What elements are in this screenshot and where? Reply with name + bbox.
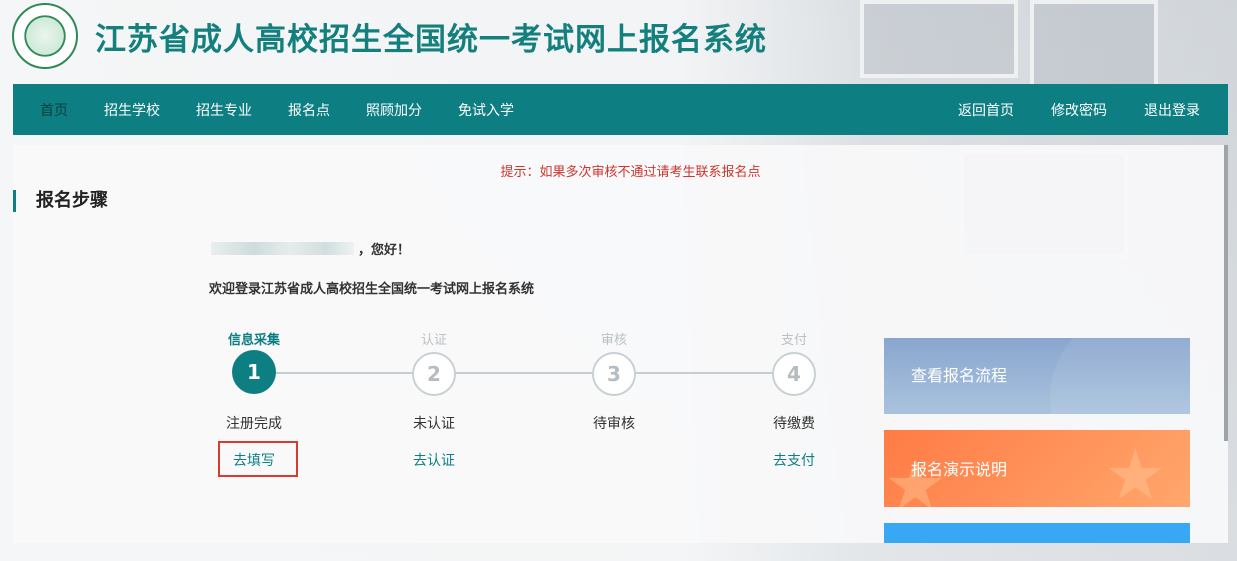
- step-3-label: 审核: [600, 333, 627, 348]
- school-logo-icon: [12, 3, 78, 69]
- demo-instructions-label: 报名演示说明: [911, 460, 1008, 479]
- step-4-label: 支付: [780, 333, 807, 348]
- greeting-text: ，您好！: [358, 243, 411, 258]
- blurred-username: [211, 242, 354, 255]
- step-4-status: 待缴费: [773, 416, 815, 432]
- step-1-label: 信息采集: [227, 333, 280, 348]
- step-3-circle: 3: [592, 352, 636, 396]
- view-process-card[interactable]: 查看报名流程: [884, 338, 1190, 414]
- pay-link[interactable]: 去支付: [734, 450, 854, 470]
- nav-bonus-points[interactable]: 照顾加分: [366, 100, 422, 120]
- step-1-circle: 1: [232, 350, 276, 394]
- scrollbar[interactable]: [1224, 145, 1228, 441]
- step-3-status: 待审核: [593, 416, 635, 432]
- view-process-label: 查看报名流程: [911, 366, 1008, 385]
- nav-change-password[interactable]: 修改密码: [1051, 100, 1107, 120]
- site-title: 江苏省成人高校招生全国统一考试网上报名系统: [95, 22, 767, 58]
- step-4-circle: 4: [772, 352, 816, 396]
- step-connector: [455, 372, 593, 374]
- step-2-status: 未认证: [413, 416, 455, 432]
- certify-link[interactable]: 去认证: [374, 450, 494, 470]
- step-connector: [635, 372, 773, 374]
- fill-in-link[interactable]: 去填写: [194, 450, 314, 470]
- step-2-circle: 2: [412, 352, 456, 396]
- main-nav: 首页 招生学校 招生专业 报名点 照顾加分 免试入学 返回首页 修改密码 退出登…: [13, 84, 1228, 135]
- nav-majors[interactable]: 招生专业: [196, 100, 252, 120]
- nav-back-home[interactable]: 返回首页: [958, 100, 1014, 120]
- nav-home[interactable]: 首页: [40, 100, 68, 120]
- nav-logout[interactable]: 退出登录: [1144, 100, 1200, 120]
- star-icon: ★: [1104, 434, 1167, 507]
- step-2-label: 认证: [420, 333, 447, 348]
- section-title: 报名步骤: [13, 190, 108, 212]
- nav-exam-exemption[interactable]: 免试入学: [458, 100, 514, 120]
- blue-card[interactable]: [884, 523, 1190, 543]
- nav-registration-points[interactable]: 报名点: [288, 100, 330, 120]
- step-connector: [275, 372, 413, 374]
- tip-message: 提示：如果多次审核不通过请考生联系报名点: [500, 165, 761, 180]
- demo-instructions-card[interactable]: ★ ★ 报名演示说明: [884, 430, 1190, 507]
- nav-right: 返回首页 修改密码 退出登录: [921, 84, 1228, 135]
- header: 江苏省成人高校招生全国统一考试网上报名系统: [0, 0, 1237, 84]
- main-panel: 提示：如果多次审核不通过请考生联系报名点 报名步骤 ，您好！ 欢迎登录江苏省成人…: [13, 145, 1228, 543]
- greeting: ，您好！: [211, 239, 410, 258]
- welcome-text: 欢迎登录江苏省成人高校招生全国统一考试网上报名系统: [209, 282, 535, 297]
- nav-schools[interactable]: 招生学校: [104, 100, 160, 120]
- nav-left: 首页 招生学校 招生专业 报名点 照顾加分 免试入学: [13, 84, 550, 135]
- step-1-status: 注册完成: [226, 416, 282, 432]
